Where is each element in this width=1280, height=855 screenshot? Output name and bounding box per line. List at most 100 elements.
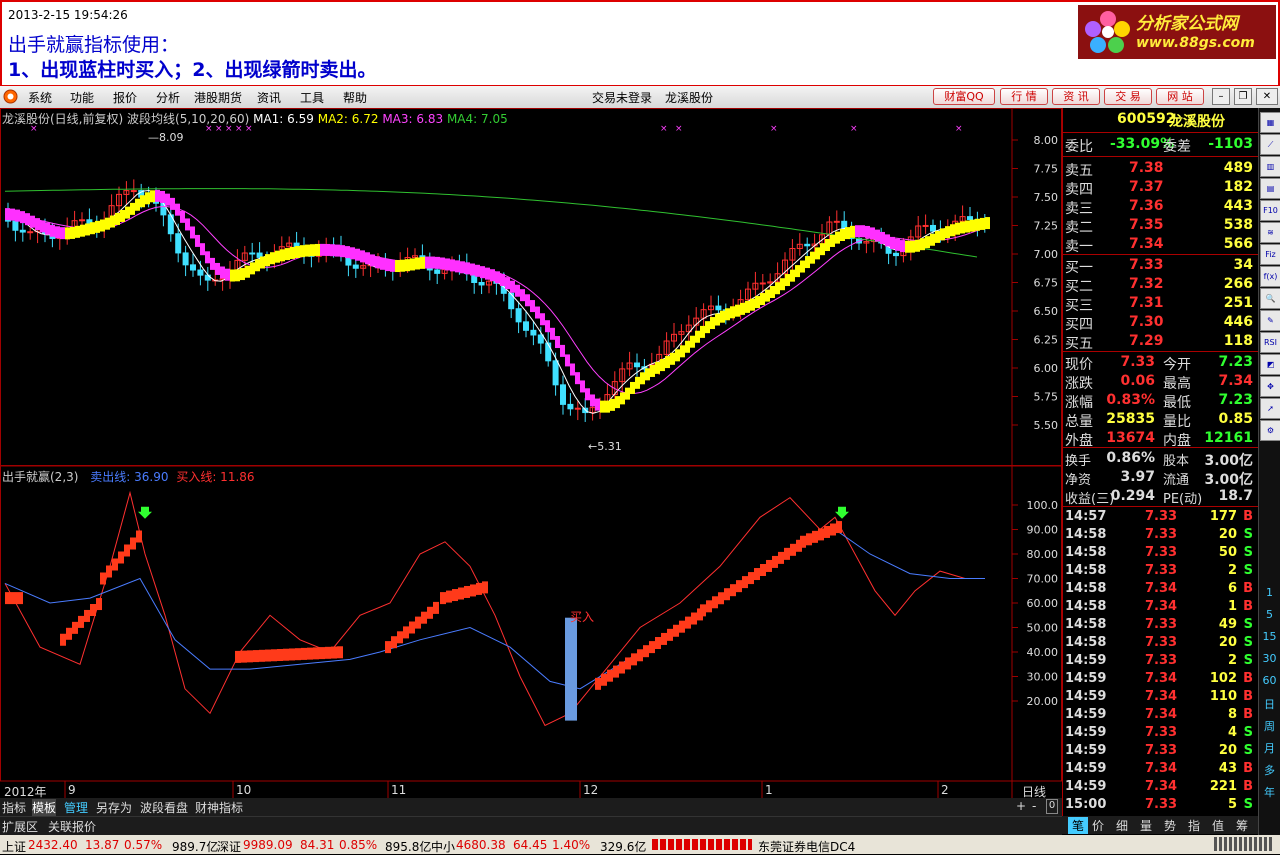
signal-step <box>760 563 766 576</box>
ask-label: 卖二 <box>1065 220 1093 236</box>
quote-tab[interactable]: 筹 <box>1236 817 1248 834</box>
menu-function[interactable]: 功能 <box>70 89 94 106</box>
line-icon[interactable]: ⟋ <box>1260 134 1280 155</box>
bottom-tab[interactable]: 指标 <box>2 799 26 816</box>
band-segment <box>35 218 40 231</box>
signal-step <box>724 588 730 601</box>
f10-icon[interactable]: F10 <box>1260 200 1280 221</box>
draw-icon[interactable]: ✎ <box>1260 310 1280 331</box>
info-button[interactable]: 资 讯 <box>1052 88 1100 105</box>
band-segment <box>580 380 585 393</box>
minute-icon[interactable]: ▤ <box>1260 178 1280 199</box>
bid-row: 买二 7.32 266 <box>1065 276 1257 295</box>
site-logo: 分析家公式网 www.88gs.com <box>1078 5 1276 59</box>
tick-time: 14:58 <box>1065 545 1107 560</box>
trade-login-status[interactable]: 交易未登录 <box>592 89 652 106</box>
trade-button[interactable]: 交 易 <box>1104 88 1152 105</box>
band-segment <box>585 388 590 401</box>
bottom-tab[interactable]: 波段看盘 <box>140 799 188 816</box>
bottom-tab[interactable]: 模板 <box>32 799 57 816</box>
fx-icon[interactable]: f(x) <box>1260 266 1280 287</box>
signal-step <box>482 581 488 594</box>
fundamental-value: 3.00亿 <box>1204 472 1253 488</box>
period-9[interactable]: 年 <box>1259 784 1280 800</box>
settings-icon[interactable]: ⚙ <box>1260 420 1280 441</box>
quote-tab[interactable]: 值 <box>1212 817 1224 834</box>
app-icon[interactable] <box>3 89 18 104</box>
period-0[interactable]: 1 <box>1259 586 1280 599</box>
band-segment <box>265 254 270 267</box>
menu-tools[interactable]: 工具 <box>300 89 324 106</box>
fiz-icon[interactable]: Fiz <box>1260 244 1280 265</box>
tick-price: 7.34 <box>1145 689 1178 704</box>
zoom-out-icon[interactable]: - <box>1032 799 1036 813</box>
quote-tab[interactable]: 细 <box>1116 817 1128 834</box>
band-segment <box>85 223 90 236</box>
restore-icon[interactable]: ❐ <box>1234 88 1252 105</box>
arrow-icon[interactable]: ➚ <box>1260 398 1280 419</box>
band-segment <box>495 271 500 284</box>
menu-news[interactable]: 资讯 <box>257 89 281 106</box>
menu-quote[interactable]: 报价 <box>113 89 137 106</box>
chart-area[interactable]: × × × × × × × × × × × 8.00 7.75 7.50 7.25 7.00 6.75 6.50… <box>0 108 1062 799</box>
kdj-icon[interactable]: ◩ <box>1260 354 1280 375</box>
bottom-tab[interactable]: 另存为 <box>96 799 132 816</box>
bottom-tab[interactable]: 财神指标 <box>195 799 243 816</box>
buy-line-value: 买入线: 11.86 <box>176 470 255 484</box>
market-button[interactable]: 行 情 <box>1000 88 1048 105</box>
signal-step <box>667 628 673 641</box>
rsi-icon[interactable]: RSI <box>1260 332 1280 353</box>
tick-side: B <box>1243 599 1253 614</box>
signal-step <box>106 565 112 578</box>
period-5[interactable]: 日 <box>1259 696 1280 712</box>
menu-analysis[interactable]: 分析 <box>156 89 180 106</box>
bid-volume: 251 <box>1223 295 1253 311</box>
sell-line <box>4 528 985 690</box>
band-segment <box>275 250 280 263</box>
band-segment <box>815 247 820 260</box>
zero-icon[interactable]: 0 <box>1046 799 1058 814</box>
band-segment <box>680 345 685 358</box>
quote-tab[interactable]: 价 <box>1092 817 1104 834</box>
tick-price: 7.34 <box>1145 581 1178 596</box>
period-7[interactable]: 月 <box>1259 740 1280 756</box>
tick-volume: 43 <box>1218 761 1237 776</box>
quote-tab[interactable]: 势 <box>1164 817 1176 834</box>
tick-time: 14:59 <box>1065 725 1107 740</box>
zoom-in-icon[interactable]: + <box>1016 799 1026 813</box>
zoom-icon[interactable]: 🔍 <box>1260 288 1280 309</box>
logo-url: www.88gs.com <box>1136 35 1255 51</box>
grid-icon[interactable]: ▦ <box>1260 112 1280 133</box>
quote-tab[interactable]: 指 <box>1188 817 1200 834</box>
period-2[interactable]: 15 <box>1259 630 1280 643</box>
menu-help[interactable]: 帮助 <box>343 89 367 106</box>
period-4[interactable]: 60 <box>1259 674 1280 687</box>
caifu-qq-button[interactable]: 财富QQ <box>933 88 995 105</box>
chart-canvas[interactable]: × × × × × × × × × × × 8.007.757.507.257.006.756.50… <box>0 108 1062 798</box>
minimize-icon[interactable]: – <box>1212 88 1230 105</box>
period-6[interactable]: 周 <box>1259 718 1280 734</box>
band-segment <box>595 398 600 411</box>
signal-step <box>766 559 772 572</box>
close-icon[interactable]: ✕ <box>1256 88 1278 105</box>
extension-tab[interactable]: 关联报价 <box>48 818 96 835</box>
quote-tab[interactable]: 量 <box>1140 817 1152 834</box>
candle-body <box>190 264 196 271</box>
candle-body <box>893 252 899 257</box>
extension-tab[interactable]: 扩展区 <box>2 818 38 835</box>
period-1[interactable]: 5 <box>1259 608 1280 621</box>
stock-name: 龙溪股份 <box>1169 114 1225 130</box>
band-segment <box>780 278 785 291</box>
band-segment <box>500 273 505 286</box>
candle-icon[interactable]: ▥ <box>1260 156 1280 177</box>
bottom-tab[interactable]: 管理 <box>64 799 88 816</box>
period-8[interactable]: 多 <box>1259 762 1280 778</box>
macd-icon[interactable]: ≋ <box>1260 222 1280 243</box>
band-segment <box>125 206 130 219</box>
period-3[interactable]: 30 <box>1259 652 1280 665</box>
website-button[interactable]: 网 站 <box>1156 88 1204 105</box>
quote-tab[interactable]: 笔 <box>1068 817 1089 834</box>
menu-system[interactable]: 系统 <box>28 89 52 106</box>
menu-hk-futures[interactable]: 港股期货 <box>194 89 242 106</box>
move-icon[interactable]: ✥ <box>1260 376 1280 397</box>
